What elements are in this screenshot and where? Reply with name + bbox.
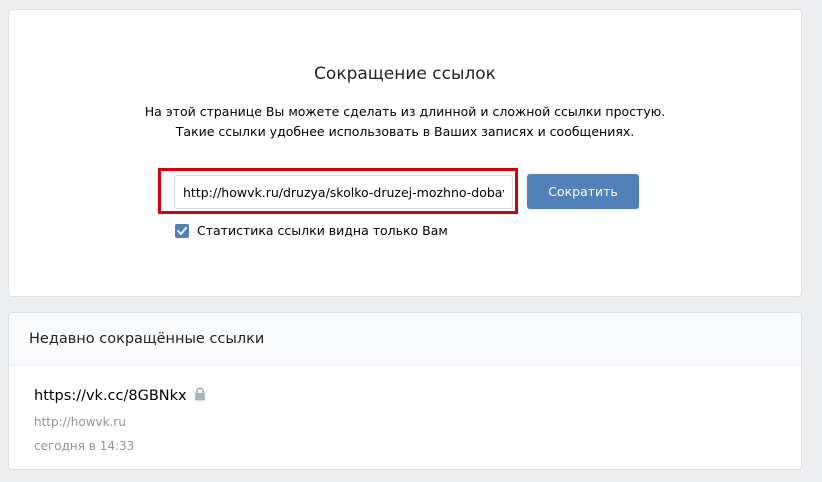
stat-privacy-option[interactable]: Статистика ссылки видна только Вам [175, 223, 448, 238]
timestamp: сегодня в 14:33 [34, 439, 135, 453]
checkmark-icon [177, 226, 187, 235]
stat-privacy-label: Статистика ссылки видна только Вам [197, 223, 448, 238]
stat-privacy-checkbox[interactable] [175, 223, 189, 238]
lock-icon [194, 387, 206, 405]
page-title: Сокращение ссылок [314, 64, 496, 84]
list-item: https://vk.cc/8GBNkx http://howvk.ru сег… [34, 387, 206, 453]
description-line-2: Такие ссылки удобнее использовать в Ваши… [175, 124, 635, 139]
description-line-1: На этой странице Вы можете сделать из дл… [144, 104, 666, 119]
shortener-card: Сокращение ссылок На этой странице Вы мо… [8, 9, 802, 297]
shorten-button[interactable]: Сократить [527, 174, 639, 209]
original-url[interactable]: http://howvk.ru [34, 415, 206, 429]
url-input[interactable] [174, 175, 513, 209]
recent-links-header: Недавно сокращённые ссылки [9, 313, 801, 365]
short-link[interactable]: https://vk.cc/8GBNkx [34, 388, 187, 404]
description: На этой странице Вы можете сделать из дл… [9, 102, 801, 142]
recent-links-card: Недавно сокращённые ссылки https://vk.cc… [8, 312, 802, 470]
short-link-row: https://vk.cc/8GBNkx [34, 387, 206, 405]
